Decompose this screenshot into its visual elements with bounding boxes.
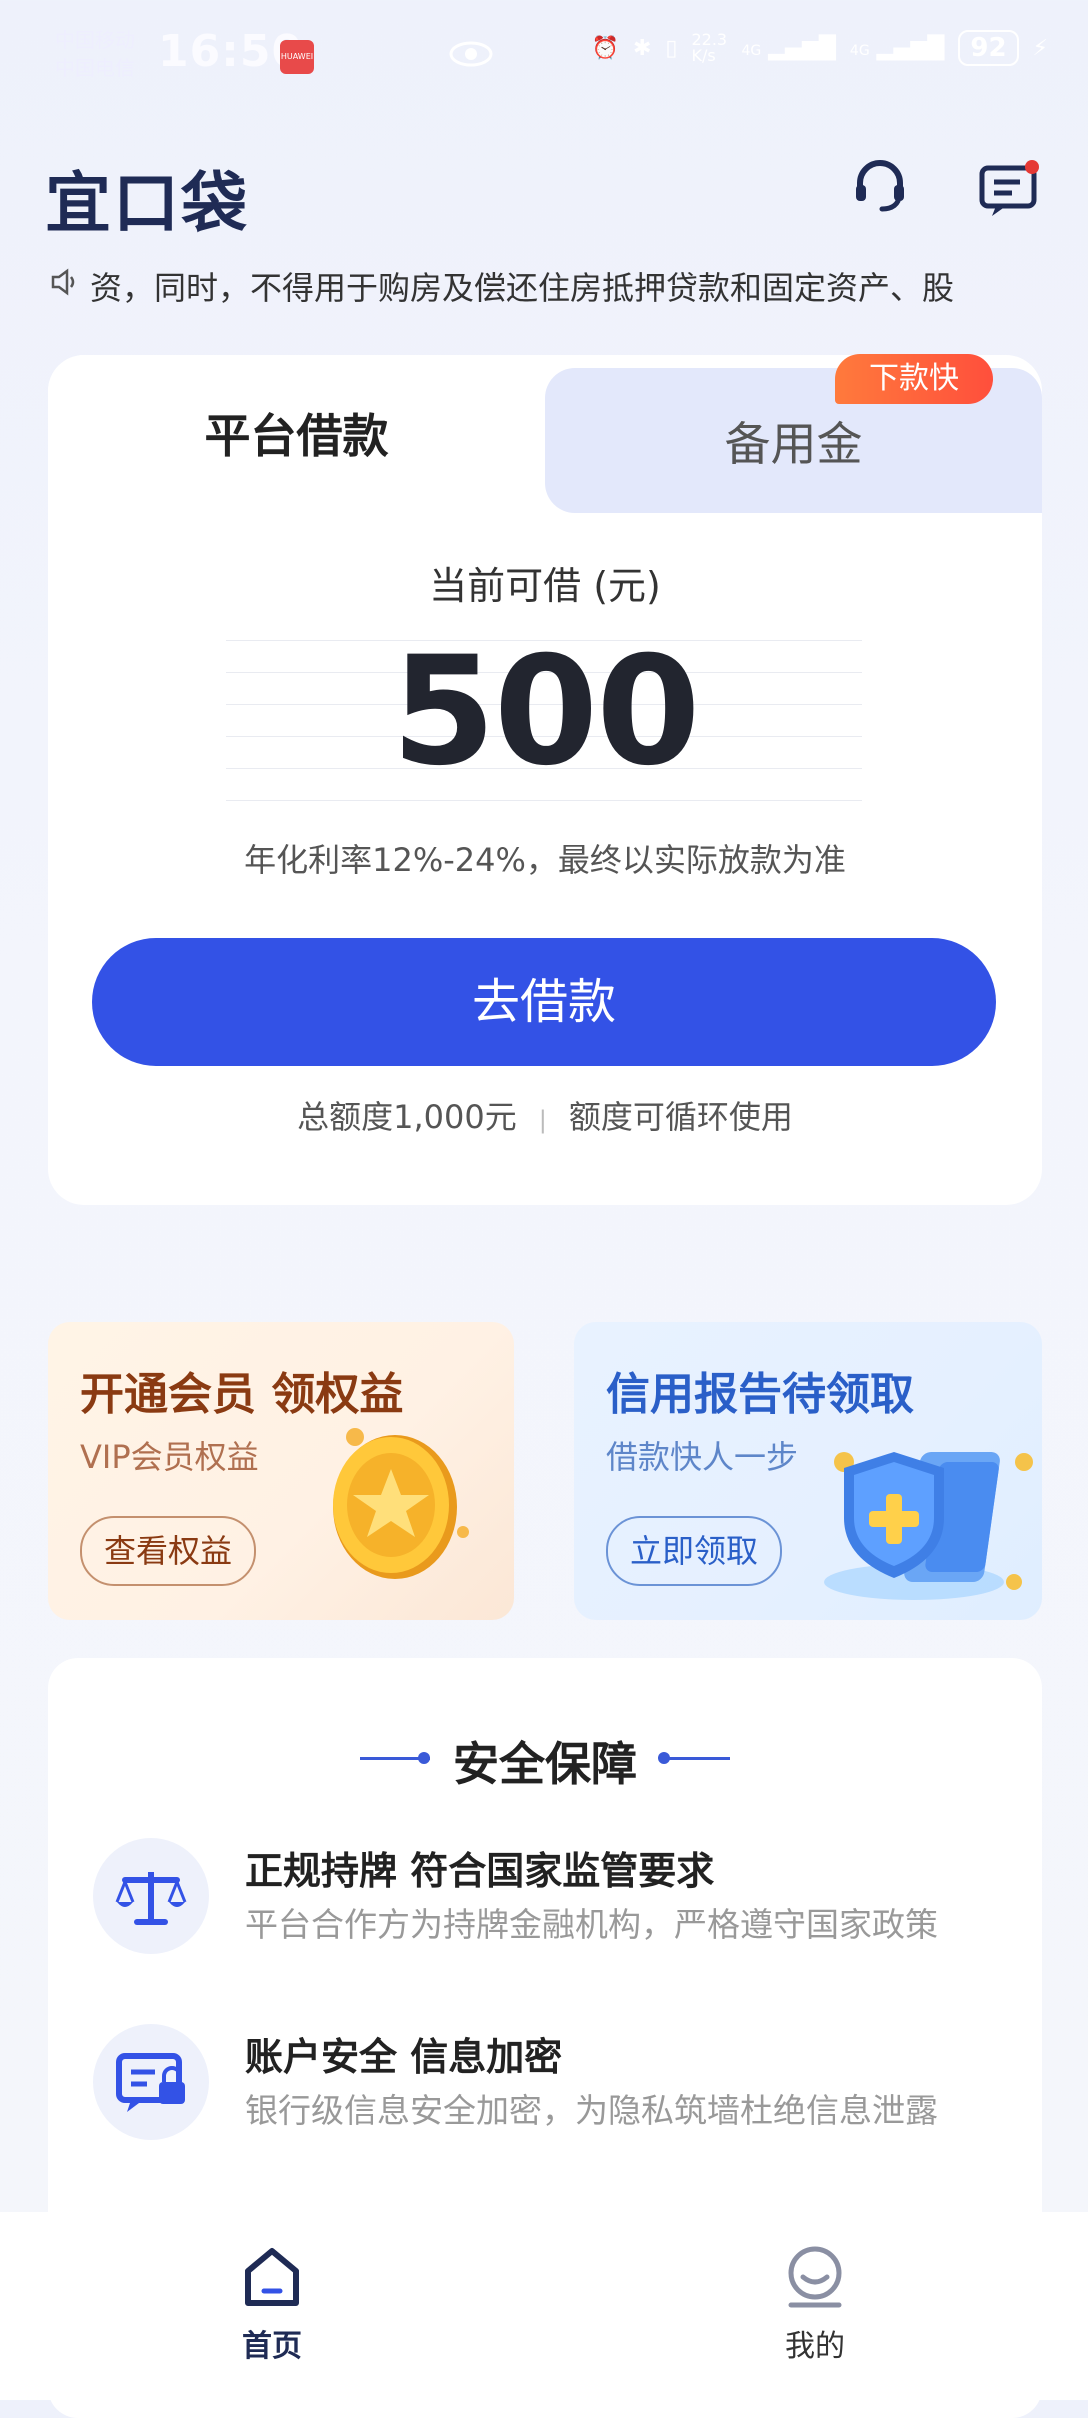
available-label: 当前可借 (元) <box>429 564 661 608</box>
alarm-icon: ⏰ <box>591 35 619 61</box>
security-item-desc: 平台合作方为持牌金融机构，严格遵守国家政策 <box>245 1905 938 1944</box>
status-icons: ⏰ ✱ ▯ 22.3 K/s 4G ▂▄▆█ 4G ▂▄▆█ 92 ⚡ <box>592 30 1048 66</box>
bluetooth-icon: ✱ <box>632 35 652 61</box>
quota-note: 额度可循环使用 <box>568 1098 793 1136</box>
carrier-info: 中国移动 中国电信 <box>55 26 135 82</box>
credit-report-card[interactable]: 信用报告待领取 借款快人一步 立即领取 <box>574 1322 1042 1620</box>
status-bar: 中国移动 中国电信 16:50 HUAWEI ⏰ ✱ ▯ 22.3 K/s 4G… <box>0 0 1088 110</box>
notice-text: 资，同时，不得用于购房及偿还住房抵押贷款和固定资产、股 <box>90 269 955 307</box>
available-amount: 500 <box>391 625 700 799</box>
tab-reserve-fund[interactable]: 备用金 <box>545 408 1042 474</box>
fast-payout-badge: 下款快 <box>835 354 993 404</box>
speaker-icon <box>50 268 90 304</box>
carrier-2: 中国电信 <box>55 56 135 80</box>
credit-report-title: 信用报告待领取 <box>606 1369 914 1420</box>
huawei-app-icon: HUAWEI <box>280 40 314 74</box>
eye-icon <box>448 38 494 78</box>
home-icon <box>202 2245 342 2313</box>
signal-1: 4G ▂▄▆█ <box>741 35 836 61</box>
message-icon[interactable] <box>978 160 1040 218</box>
nav-mine[interactable]: 我的 <box>745 2245 885 2365</box>
shield-icon <box>814 1432 1034 1612</box>
customer-service-icon[interactable] <box>850 155 910 215</box>
view-benefits-button[interactable]: 查看权益 <box>80 1516 257 1586</box>
secure-chat-icon <box>93 2024 209 2140</box>
battery-indicator: 92 <box>958 30 1019 66</box>
vibrate-icon: ▯ <box>665 35 678 61</box>
security-item-heading: 账户安全 信息加密 <box>245 2035 563 2079</box>
profile-icon <box>745 2245 885 2313</box>
coin-icon <box>313 1407 473 1582</box>
quota-info: 总额度1,000元 | 额度可循环使用 <box>48 1092 1042 1138</box>
security-item-heading: 正规持牌 符合国家监管要求 <box>245 1849 715 1893</box>
security-title: 安全保障 <box>453 1737 637 1791</box>
bottom-nav <box>0 2212 1088 2400</box>
app-logo: 宜口袋 <box>45 165 249 242</box>
net-speed: 22.3 K/s <box>691 30 728 65</box>
nav-home-label: 首页 <box>242 2329 302 2364</box>
quota-separator: | <box>538 1106 547 1134</box>
security-item-licensed: 正规持牌 符合国家监管要求 平台合作方为持牌金融机构，严格遵守国家政策 <box>93 1838 1013 1968</box>
interest-rate-text: 年化利率12%-24%，最终以实际放款为准 <box>244 841 846 879</box>
borrow-button[interactable]: 去借款 <box>92 938 996 1066</box>
notice-bar[interactable]: 资，同时，不得用于购房及偿还住房抵押贷款和固定资产、股 <box>50 262 1040 310</box>
scale-icon <box>93 1838 209 1954</box>
total-quota: 总额度1,000元 <box>297 1098 517 1136</box>
charging-icon: ⚡ <box>1032 35 1048 61</box>
nav-home[interactable]: 首页 <box>202 2245 342 2365</box>
credit-report-subtitle: 借款快人一步 <box>606 1438 799 1476</box>
security-item-desc: 银行级信息安全加密，为隐私筑墙杜绝信息泄露 <box>245 2091 938 2130</box>
security-item-encryption: 账户安全 信息加密 银行级信息安全加密，为隐私筑墙杜绝信息泄露 <box>93 2024 1013 2154</box>
carrier-1: 中国移动 <box>55 28 135 52</box>
vip-promo-subtitle: VIP会员权益 <box>80 1438 259 1476</box>
vip-promo-card[interactable]: 开通会员 领权益 VIP会员权益 查看权益 <box>48 1322 514 1620</box>
nav-mine-label: 我的 <box>785 2329 845 2364</box>
claim-now-button[interactable]: 立即领取 <box>606 1516 783 1586</box>
tab-platform-loan[interactable]: 平台借款 <box>48 400 545 466</box>
signal-2: 4G ▂▄▆█ <box>849 35 945 61</box>
